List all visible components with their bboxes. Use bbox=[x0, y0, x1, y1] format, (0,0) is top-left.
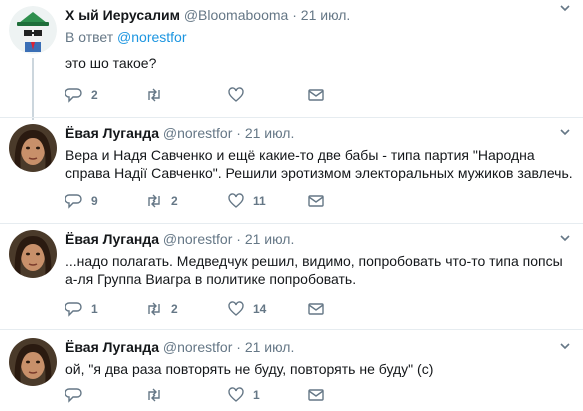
display-name[interactable]: Х ый Иерусалим bbox=[65, 7, 180, 23]
separator: · bbox=[292, 7, 297, 23]
reply-icon bbox=[65, 88, 82, 103]
retweet-count: 2 bbox=[171, 302, 178, 316]
tweet-text: Вера и Надя Савченко и ещё какие-то две … bbox=[65, 147, 573, 181]
avatar[interactable] bbox=[9, 6, 57, 54]
reply-count: 2 bbox=[91, 88, 98, 102]
envelope-icon bbox=[308, 389, 324, 401]
action-bar: 2 bbox=[65, 86, 335, 106]
retweet-icon bbox=[148, 194, 160, 208]
tweet-text: это шо такое? bbox=[65, 55, 157, 71]
envelope-icon bbox=[308, 303, 324, 315]
retweet-icon bbox=[148, 302, 160, 316]
chevron-down-icon[interactable] bbox=[559, 232, 571, 244]
reply-prefix: В ответ bbox=[65, 29, 114, 45]
display-name[interactable]: Ёвая Луганда bbox=[65, 125, 159, 141]
heart-icon bbox=[228, 193, 244, 208]
avatar[interactable] bbox=[9, 230, 57, 278]
envelope-icon bbox=[308, 89, 324, 101]
reply-handle-link[interactable]: @norestfor bbox=[117, 29, 186, 45]
reply-button[interactable] bbox=[65, 386, 91, 404]
avatar[interactable] bbox=[9, 124, 57, 172]
tweet-text: ой, "я два раза повторять не буду, повто… bbox=[65, 361, 434, 377]
retweet-icon bbox=[148, 388, 160, 402]
reply-icon bbox=[65, 194, 82, 209]
reply-button[interactable]: 1 bbox=[65, 300, 98, 318]
direct-message-button[interactable] bbox=[307, 192, 325, 210]
reply-icon bbox=[65, 388, 82, 403]
handle[interactable]: @norestfor bbox=[163, 231, 232, 247]
chevron-down-icon[interactable] bbox=[559, 2, 571, 14]
chevron-down-icon[interactable] bbox=[559, 126, 571, 138]
heart-icon bbox=[228, 301, 244, 316]
action-bar: 1 2 14 bbox=[65, 300, 335, 320]
like-button[interactable]: 14 bbox=[227, 300, 266, 318]
avatar[interactable] bbox=[9, 338, 57, 386]
like-count: 14 bbox=[253, 302, 267, 316]
heart-icon bbox=[228, 387, 244, 402]
separator: · bbox=[236, 125, 241, 141]
like-button[interactable] bbox=[227, 86, 253, 104]
tweet-text: ...надо полагать. Медведчук решил, видим… bbox=[65, 253, 563, 287]
display-name[interactable]: Ёвая Луганда bbox=[65, 339, 159, 355]
tweet[interactable]: Ёвая Луганда @norestfor · 21 июл. ...над… bbox=[0, 224, 583, 329]
timestamp[interactable]: 21 июл. bbox=[245, 125, 295, 141]
reply-count: 1 bbox=[91, 302, 98, 316]
direct-message-button[interactable] bbox=[307, 300, 325, 318]
timestamp[interactable]: 21 июл. bbox=[245, 339, 295, 355]
reply-count: 9 bbox=[91, 194, 98, 208]
like-button[interactable]: 1 bbox=[227, 386, 260, 404]
retweet-count: 2 bbox=[171, 194, 178, 208]
retweet-icon bbox=[148, 88, 160, 102]
thread-line bbox=[32, 58, 34, 120]
handle[interactable]: @norestfor bbox=[163, 339, 232, 355]
like-button[interactable]: 11 bbox=[227, 192, 266, 210]
like-count: 11 bbox=[253, 194, 266, 208]
heart-icon bbox=[228, 87, 244, 102]
handle[interactable]: @Bloomabooma bbox=[184, 7, 289, 23]
tweet[interactable]: Ёвая Луганда @norestfor · 21 июл. Вера и… bbox=[0, 118, 583, 223]
chevron-down-icon[interactable] bbox=[559, 340, 571, 352]
retweet-button[interactable]: 2 bbox=[145, 192, 178, 210]
direct-message-button[interactable] bbox=[307, 386, 325, 404]
separator: · bbox=[236, 231, 241, 247]
retweet-button[interactable] bbox=[145, 86, 171, 104]
separator: · bbox=[236, 339, 241, 355]
tweet-header: Ёвая Луганда @norestfor · 21 июл. bbox=[65, 338, 573, 356]
action-bar: 1 bbox=[65, 386, 335, 406]
tweet-header: Х ый Иерусалим @Bloomabooma · 21 июл. bbox=[65, 6, 573, 24]
timestamp[interactable]: 21 июл. bbox=[245, 231, 295, 247]
envelope-icon bbox=[308, 195, 324, 207]
tweet[interactable]: Ёвая Луганда @norestfor · 21 июл. ой, "я… bbox=[0, 330, 583, 411]
action-bar: 9 2 11 bbox=[65, 192, 335, 212]
retweet-button[interactable]: 2 bbox=[145, 300, 178, 318]
timestamp[interactable]: 21 июл. bbox=[301, 7, 351, 23]
handle[interactable]: @norestfor bbox=[163, 125, 232, 141]
like-count: 1 bbox=[253, 388, 260, 402]
reply-button[interactable]: 2 bbox=[65, 86, 98, 104]
direct-message-button[interactable] bbox=[307, 86, 325, 104]
reply-button[interactable]: 9 bbox=[65, 192, 98, 210]
tweet[interactable]: Х ый Иерусалим @Bloomabooma · 21 июл. В … bbox=[0, 0, 583, 120]
display-name[interactable]: Ёвая Луганда bbox=[65, 231, 159, 247]
retweet-button[interactable] bbox=[145, 386, 171, 404]
reply-icon bbox=[65, 302, 82, 317]
tweet-header: Ёвая Луганда @norestfor · 21 июл. bbox=[65, 124, 573, 142]
tweet-header: Ёвая Луганда @norestfor · 21 июл. bbox=[65, 230, 573, 248]
reply-context: В ответ @norestfor bbox=[65, 28, 573, 46]
